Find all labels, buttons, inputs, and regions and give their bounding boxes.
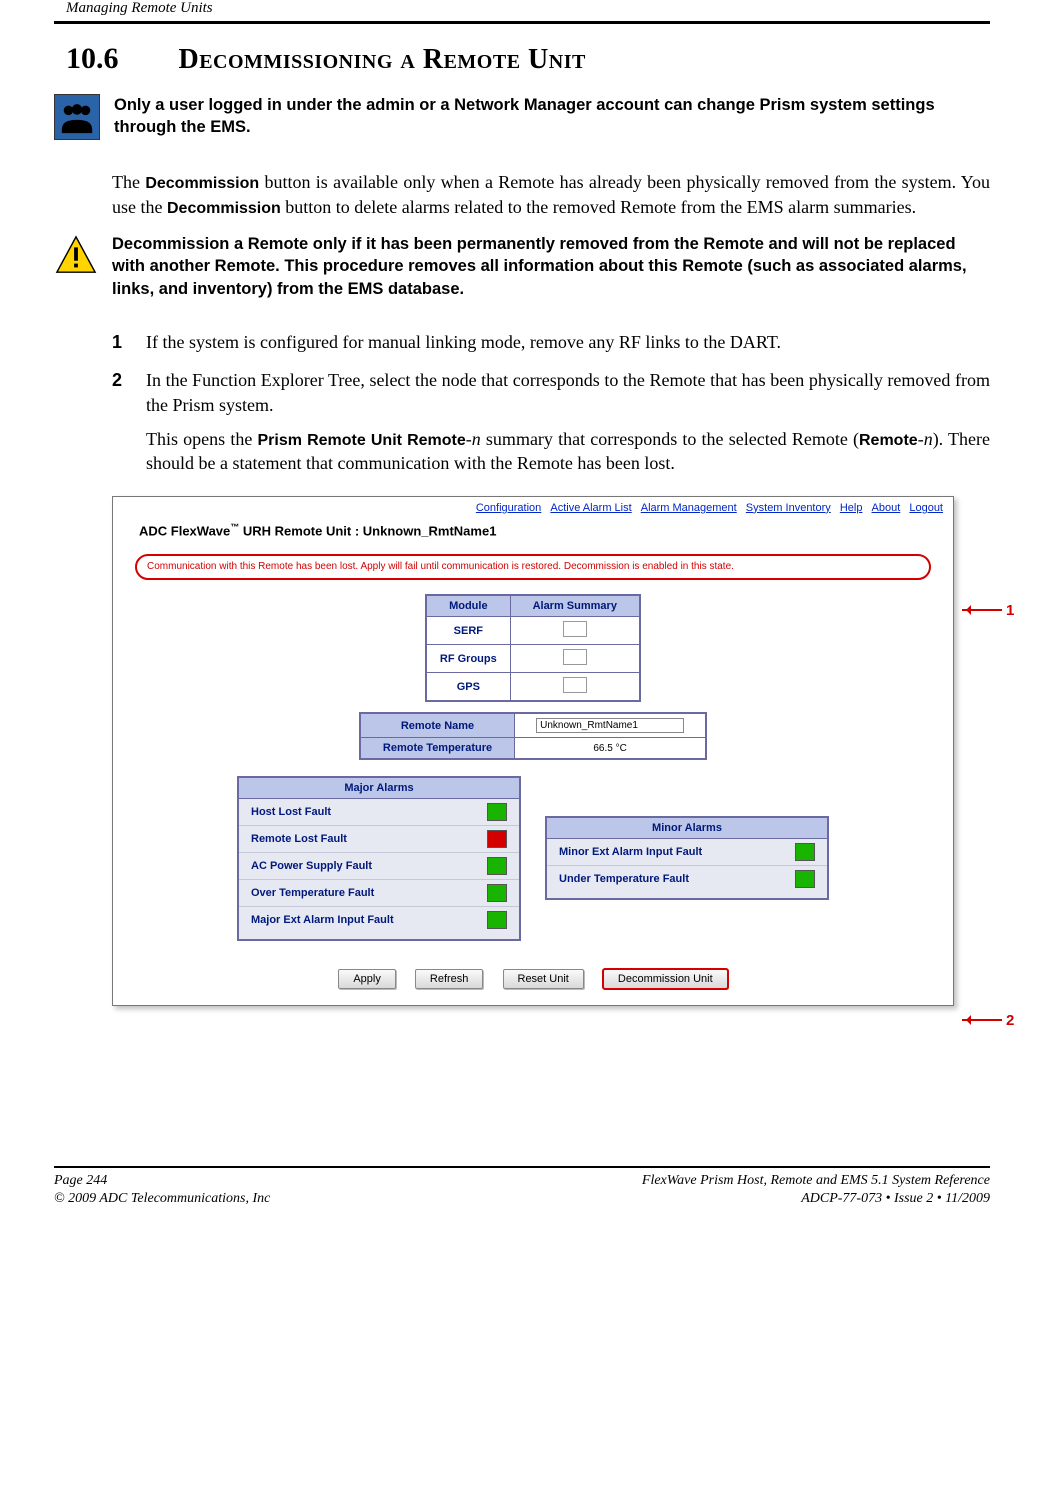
section-title: Decommissioning a Remote Unit xyxy=(179,44,586,76)
alarm-cell-rfgroups xyxy=(563,649,587,665)
arrow-icon xyxy=(962,609,1002,611)
intro-paragraph: The Decommission button is available onl… xyxy=(112,170,990,219)
minor-alarms-title: Minor Alarms xyxy=(547,818,827,839)
decommission-unit-button[interactable]: Decommission Unit xyxy=(603,969,728,989)
communication-lost-banner: Communication with this Remote has been … xyxy=(135,554,931,580)
status-square-green xyxy=(487,803,507,821)
top-menu: Configuration Active Alarm List Alarm Ma… xyxy=(113,497,953,516)
mod-row-gps: GPS xyxy=(426,673,510,702)
minor-alarms-panel: Minor Alarms Minor Ext Alarm Input Fault… xyxy=(545,816,829,900)
menu-configuration[interactable]: Configuration xyxy=(476,502,541,514)
major-label-1: Remote Lost Fault xyxy=(251,833,347,845)
mod-header-alarm: Alarm Summary xyxy=(510,595,640,617)
status-square-green xyxy=(795,870,815,888)
major-label-2: AC Power Supply Fault xyxy=(251,860,372,872)
button-row: Apply Refresh Reset Unit Decommission Un… xyxy=(113,959,953,1005)
status-square-green xyxy=(487,857,507,875)
alarm-cell-serf xyxy=(563,621,587,637)
remote-temp-label: Remote Temperature xyxy=(360,738,515,760)
remote-name-label: Remote Name xyxy=(360,713,515,738)
callout-1-label: 1 xyxy=(1006,602,1014,619)
menu-system-inventory[interactable]: System Inventory xyxy=(746,502,831,514)
title-suffix: URH Remote Unit : Unknown_RmtName1 xyxy=(239,523,496,538)
footer-ref: FlexWave Prism Host, Remote and EMS 5.1 … xyxy=(642,1172,990,1190)
s2b-pre: This opens the xyxy=(146,429,258,449)
header-rule xyxy=(54,21,990,24)
major-row-0: Host Lost Fault xyxy=(239,799,519,826)
s2b-b1: Prism Remote Unit Remote xyxy=(258,432,466,449)
remote-info-table: Remote Name Remote Temperature 66.5 °C xyxy=(359,712,707,760)
major-label-3: Over Temperature Fault xyxy=(251,887,374,899)
intro-b1: Decommission xyxy=(145,175,259,192)
callout-1: 1 xyxy=(962,602,1014,619)
menu-active-alarm-list[interactable]: Active Alarm List xyxy=(550,502,631,514)
running-header: Managing Remote Units xyxy=(54,0,990,17)
apply-button[interactable]: Apply xyxy=(338,969,396,989)
major-alarms-title: Major Alarms xyxy=(239,778,519,799)
users-icon xyxy=(54,94,100,140)
title-prefix: ADC FlexWave xyxy=(139,523,230,538)
menu-logout[interactable]: Logout xyxy=(909,502,943,514)
s2b-mid: summary that corresponds to the selected… xyxy=(481,429,859,449)
step-2: In the Function Explorer Tree, select th… xyxy=(112,368,990,475)
minor-label-1: Under Temperature Fault xyxy=(559,873,689,885)
mod-row-rfgroups: RF Groups xyxy=(426,645,510,673)
callout-2-label: 2 xyxy=(1006,1012,1014,1029)
intro-b2: Decommission xyxy=(167,200,281,217)
section-number: 10.6 xyxy=(66,42,119,76)
minor-row-1: Under Temperature Fault xyxy=(547,866,827,892)
menu-alarm-management[interactable]: Alarm Management xyxy=(641,502,737,514)
step-2-continue: This opens the Prism Remote Unit Remote-… xyxy=(146,427,990,476)
status-square-green xyxy=(487,884,507,902)
status-square-green xyxy=(795,843,815,861)
footer-docnum: ADCP-77-073 • Issue 2 • 11/2009 xyxy=(642,1190,990,1208)
remote-unit-title: ADC FlexWave™ URH Remote Unit : Unknown_… xyxy=(113,516,953,554)
reset-unit-button[interactable]: Reset Unit xyxy=(503,969,584,989)
module-alarm-table: Module Alarm Summary SERF RF Groups GPS xyxy=(425,594,641,702)
callout-2: 2 xyxy=(962,1012,1014,1029)
footer-rule xyxy=(54,1166,990,1168)
intro-post: button to delete alarms related to the r… xyxy=(281,197,916,217)
refresh-button[interactable]: Refresh xyxy=(415,969,484,989)
intro-pre: The xyxy=(112,172,145,192)
major-row-2: AC Power Supply Fault xyxy=(239,853,519,880)
status-square-green xyxy=(487,911,507,929)
major-alarms-panel: Major Alarms Host Lost Fault Remote Lost… xyxy=(237,776,521,941)
step-2-text: In the Function Explorer Tree, select th… xyxy=(146,370,990,414)
footer-copyright: © 2009 ADC Telecommunications, Inc xyxy=(54,1190,270,1208)
major-row-1: Remote Lost Fault xyxy=(239,826,519,853)
s2b-i1: n xyxy=(472,429,481,449)
alarm-cell-gps xyxy=(563,677,587,693)
menu-help[interactable]: Help xyxy=(840,502,863,514)
major-label-0: Host Lost Fault xyxy=(251,806,331,818)
mod-header-module: Module xyxy=(426,595,510,617)
warning-note: Decommission a Remote only if it has bee… xyxy=(112,233,990,300)
warning-icon xyxy=(54,233,98,277)
major-row-4: Major Ext Alarm Input Fault xyxy=(239,907,519,933)
page-footer: Page 244 © 2009 ADC Telecommunications, … xyxy=(54,1166,990,1208)
minor-label-0: Minor Ext Alarm Input Fault xyxy=(559,846,702,858)
major-row-3: Over Temperature Fault xyxy=(239,880,519,907)
footer-page: Page 244 xyxy=(54,1172,270,1190)
major-label-4: Major Ext Alarm Input Fault xyxy=(251,914,394,926)
mod-row-serf: SERF xyxy=(426,617,510,645)
arrow-icon xyxy=(962,1019,1002,1021)
minor-row-0: Minor Ext Alarm Input Fault xyxy=(547,839,827,866)
remote-name-input[interactable] xyxy=(536,718,684,733)
remote-temp-value: 66.5 °C xyxy=(515,738,707,760)
menu-about[interactable]: About xyxy=(872,502,901,514)
step-1: If the system is configured for manual l… xyxy=(112,330,990,354)
s2b-i2: n xyxy=(924,429,933,449)
admin-note: Only a user logged in under the admin or… xyxy=(114,94,990,139)
s2b-b2: Remote xyxy=(859,432,918,449)
status-square-red xyxy=(487,830,507,848)
ems-screenshot: Configuration Active Alarm List Alarm Ma… xyxy=(112,496,954,1006)
